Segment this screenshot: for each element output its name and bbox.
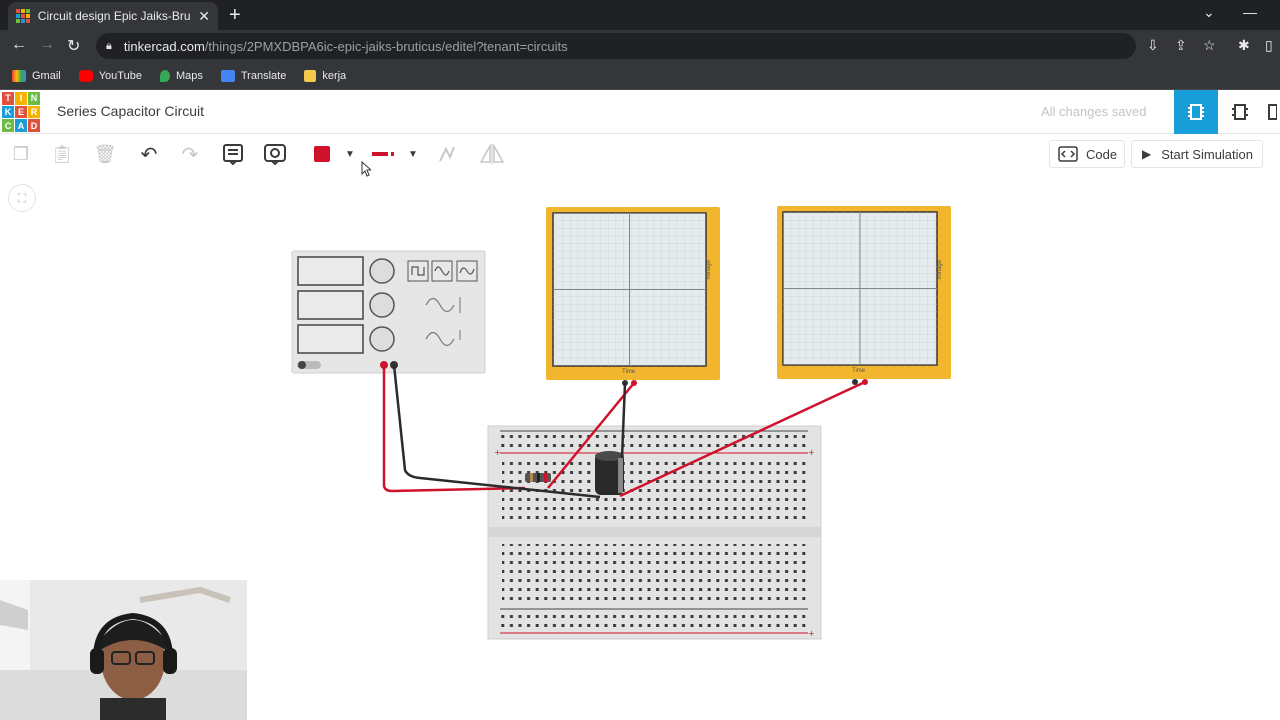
wire-color-swatch[interactable] — [310, 142, 334, 166]
chevron-down-icon[interactable]: ▼ — [401, 142, 425, 166]
folder-icon — [304, 69, 317, 82]
share-icon[interactable]: ⇪ — [1175, 37, 1187, 54]
note-icon[interactable] — [221, 142, 245, 166]
logo-letter: N — [28, 92, 40, 105]
play-icon: ▶ — [1142, 147, 1152, 161]
url-path: /things/2PMXDBPA6ic-epic-jaiks-bruticus/… — [204, 38, 568, 54]
rotate-icon[interactable] — [435, 142, 459, 166]
notes-visibility-icon[interactable] — [263, 142, 287, 166]
delete-icon[interactable]: 🗑︎ — [93, 142, 117, 166]
bookmark-label: kerja — [322, 69, 347, 82]
translate-icon — [220, 69, 235, 82]
lock-icon: 🔒︎ — [106, 39, 112, 52]
tab-search-icon[interactable]: ⌄ — [1203, 4, 1215, 21]
new-tab-icon[interactable]: + — [229, 4, 241, 27]
gmail-icon — [12, 69, 26, 82]
bookmark-star-icon[interactable]: ☆ — [1203, 37, 1216, 54]
code-icon — [1058, 146, 1078, 162]
bookmark-maps[interactable]: Maps — [159, 69, 203, 82]
address-bar[interactable]: 🔒︎ tinkercad.com /things/2PMXDBPA6ic-epi… — [96, 33, 1136, 59]
wire-type-icon[interactable] — [370, 142, 396, 166]
bookmark-youtube[interactable]: YouTube — [78, 69, 142, 82]
project-title[interactable]: Series Capacitor Circuit — [57, 103, 204, 119]
browser-toolbar: ← → ↻ 🔒︎ tinkercad.com /things/2PMXDBPA6… — [0, 30, 1280, 62]
logo-letter: E — [15, 105, 27, 119]
mouse-cursor-icon — [361, 161, 371, 177]
bookmark-label: Maps — [175, 69, 203, 82]
webcam-overlay — [0, 580, 247, 720]
bookmark-label: YouTube — [98, 69, 142, 82]
code-label: Code — [1086, 146, 1118, 162]
bookmark-label: Gmail — [32, 69, 61, 82]
tinkercad-favicon-icon — [16, 9, 30, 23]
chevron-down-icon[interactable]: ▼ — [338, 142, 362, 166]
extensions-icon[interactable]: ✱ — [1238, 37, 1250, 54]
youtube-icon — [78, 69, 93, 82]
maps-icon — [159, 69, 170, 82]
logo-letter: T — [2, 92, 14, 105]
browser-tab-bar: Circuit design Epic Jaiks-Bruticus ✕ + ⌄… — [0, 0, 1280, 30]
circuit-view-button[interactable] — [1174, 90, 1218, 134]
copy-icon[interactable]: ❐ — [9, 142, 33, 166]
bookmark-translate[interactable]: Translate — [220, 69, 287, 82]
app-header: T I N K E R C A D Series Capacitor Circu… — [0, 90, 1280, 134]
logo-letter: A — [15, 119, 27, 132]
schematic-icon — [1232, 104, 1248, 120]
bookmark-label: Translate — [240, 69, 287, 82]
undo-icon[interactable]: ↶ — [137, 142, 161, 166]
paste-icon[interactable]: 📋︎ — [50, 142, 74, 166]
editor-toolbar: ❐ 📋︎ 🗑︎ ↶ ↷ ▼ ▼ Code ▶ Start Simulation — [0, 134, 1280, 174]
logo-letter: K — [2, 105, 14, 119]
components-list-button[interactable] — [1262, 90, 1280, 134]
list-icon — [1268, 104, 1277, 120]
chip-icon — [1188, 104, 1204, 120]
tab-title: Circuit design Epic Jaiks-Bruticus — [37, 9, 191, 23]
bookmark-gmail[interactable]: Gmail — [12, 69, 61, 82]
flip-icon[interactable] — [478, 142, 506, 166]
close-tab-icon[interactable]: ✕ — [198, 8, 210, 25]
code-button[interactable]: Code — [1049, 140, 1125, 168]
tinkercad-logo[interactable]: T I N K E R C A D — [2, 92, 40, 132]
minimize-icon[interactable]: — — [1243, 4, 1257, 20]
reload-icon[interactable]: ↻ — [67, 36, 80, 56]
browser-tab[interactable]: Circuit design Epic Jaiks-Bruticus ✕ — [8, 2, 218, 30]
start-simulation-label: Start Simulation — [1161, 146, 1253, 162]
logo-letter: D — [28, 119, 40, 132]
oscilloscope-1-time-label: Time — [622, 369, 636, 375]
logo-letter: C — [2, 119, 14, 132]
url-host: tinkercad.com — [123, 38, 205, 54]
oscilloscope-2-voltage-label: Voltage — [937, 259, 943, 280]
zoom-to-fit-icon[interactable]: ⛶ — [8, 184, 36, 212]
save-status: All changes saved — [1041, 104, 1147, 119]
schematic-view-button[interactable] — [1218, 90, 1262, 134]
oscilloscope-2-time-label: Time — [852, 368, 866, 374]
oscilloscope-1-voltage-label: Voltage — [706, 259, 712, 280]
forward-icon[interactable]: → — [39, 36, 55, 54]
back-icon[interactable]: ← — [11, 36, 27, 54]
sidepanel-icon[interactable]: ▯ — [1265, 37, 1273, 54]
redo-icon[interactable]: ↷ — [178, 142, 202, 166]
bookmark-kerja[interactable]: kerja — [304, 69, 347, 82]
start-simulation-button[interactable]: ▶ Start Simulation — [1131, 140, 1263, 168]
install-icon[interactable]: ⇩ — [1147, 37, 1159, 54]
logo-letter: R — [28, 105, 40, 119]
bookmarks-bar: Gmail YouTube Maps Translate kerja — [0, 62, 1280, 90]
logo-letter: I — [15, 92, 27, 105]
